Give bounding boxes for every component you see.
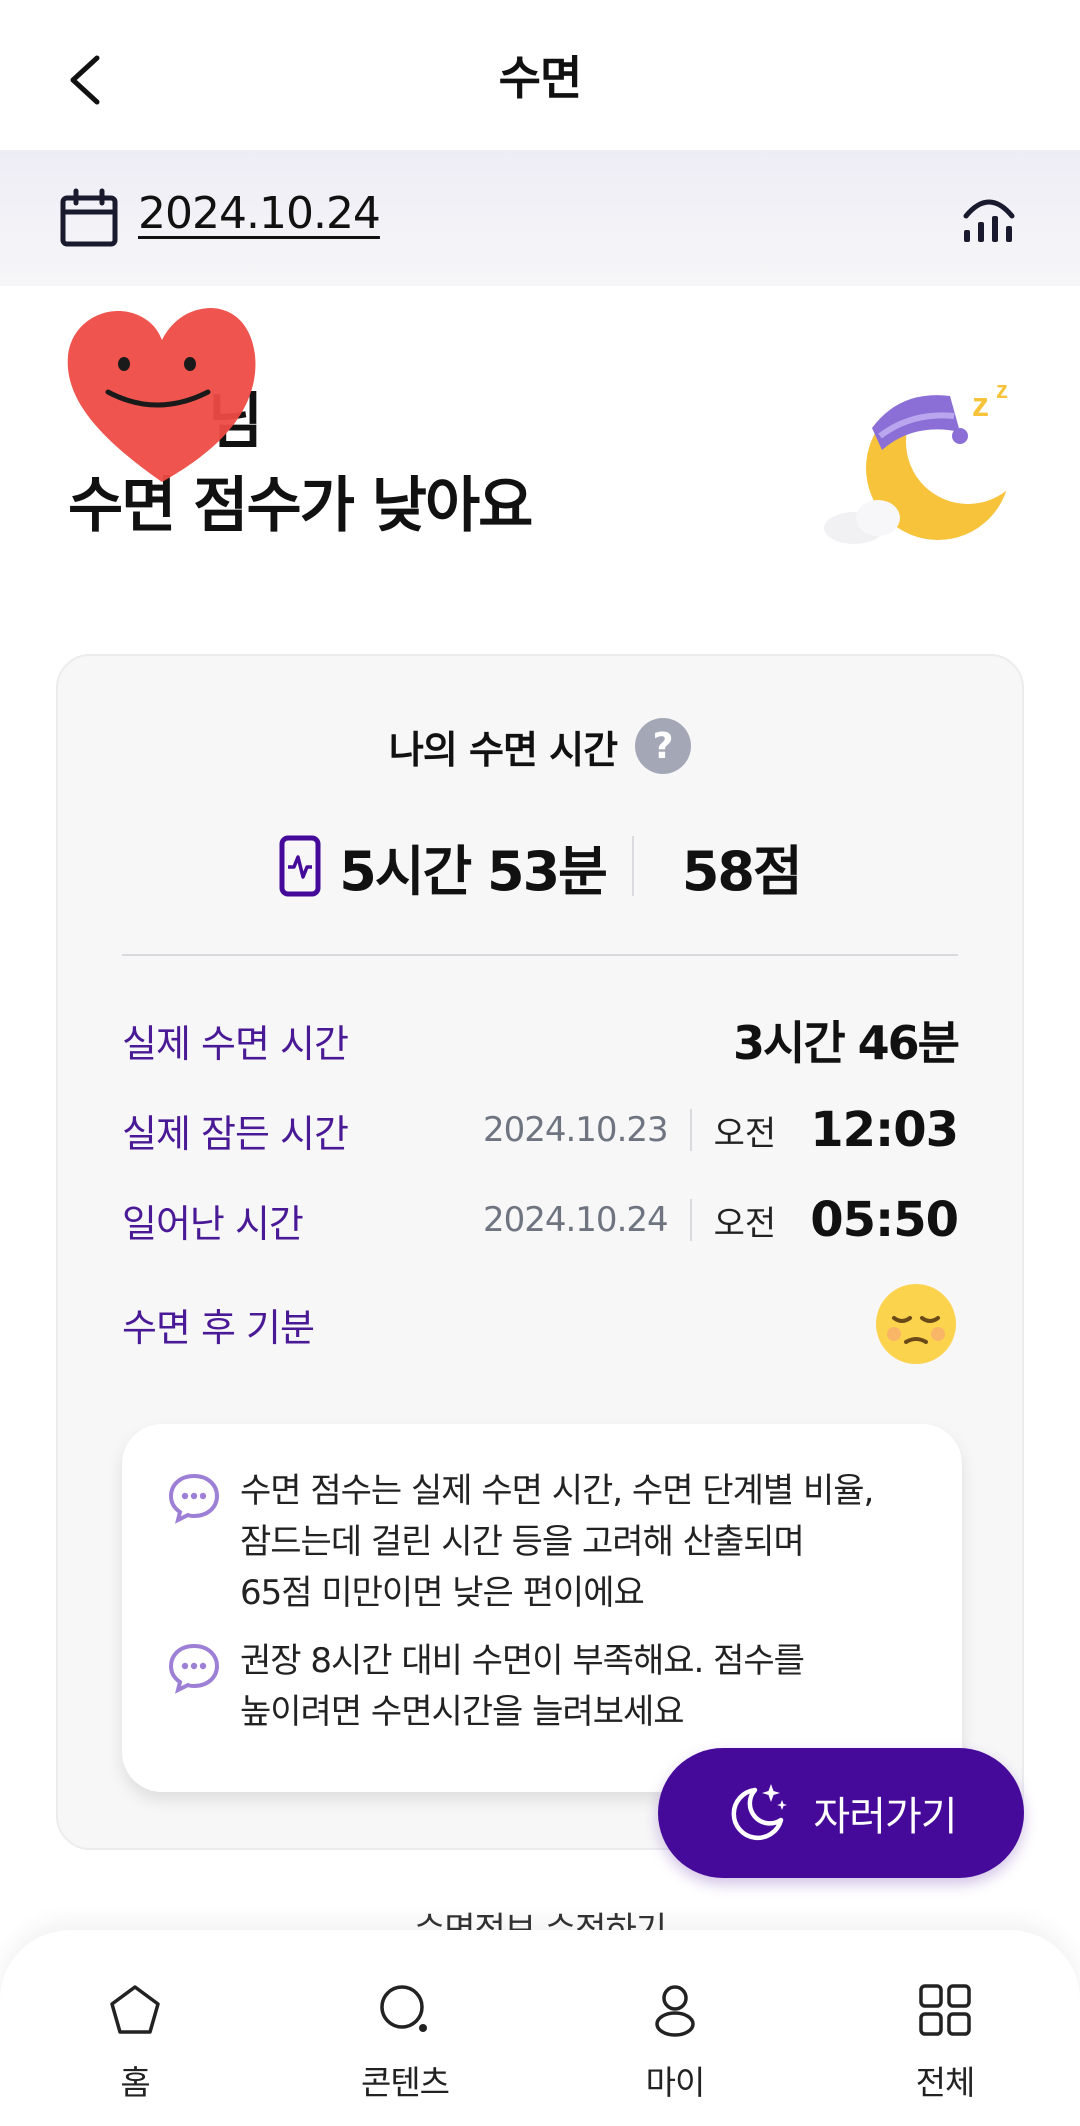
- phone-icon: [279, 835, 321, 897]
- note-line: 수면 점수는 실제 수면 시간, 수면 단계별 비율,: [240, 1471, 874, 1511]
- wake-up-time: 05:50: [810, 1192, 959, 1248]
- detail-label: 수면 후 기분: [122, 1305, 315, 1350]
- page-title: 수면: [498, 51, 583, 105]
- info-note-box: 수면 점수는 실제 수면 시간, 수면 단계별 비율, 잠드는데 걸린 시간 등…: [122, 1424, 962, 1792]
- chat-bubble-icon: [168, 1473, 220, 1524]
- chat-bubble-icon: [168, 1643, 220, 1694]
- person-icon: [655, 1985, 695, 2037]
- actual-sleep-row: 실제 수면 시간 3시간 46분: [122, 1010, 960, 1070]
- nav-item-home[interactable]: 홈: [0, 1930, 270, 2126]
- sleeping-moon-icon: z z: [824, 377, 1030, 544]
- summary-row: 5시간 53분 58점: [58, 826, 1022, 906]
- wake-up-row: 일어난 시간 2024.10.24 오전 05:50: [122, 1190, 959, 1250]
- note-line: 잠드는데 걸린 시간 등을 고려해 산출되며: [240, 1522, 805, 1562]
- nav-item-my[interactable]: 마이: [540, 1930, 810, 2126]
- fell-asleep-row: 실제 잠든 시간 2024.10.23 오전 12:03: [122, 1100, 959, 1160]
- detail-label: 실제 수면 시간: [122, 1021, 349, 1066]
- info-note: 권장 8시간 대비 수면이 부족해요. 점수를 높이려면 수면시간을 늘려보세요: [168, 1636, 928, 1738]
- stats-icon[interactable]: [958, 186, 1020, 248]
- mood-row: 수면 후 기분: [122, 1274, 958, 1374]
- nav-label: 홈: [120, 2063, 150, 2102]
- actual-sleep-value: 3시간 46분: [733, 1016, 960, 1070]
- detail-label: 일어난 시간: [122, 1201, 304, 1246]
- detail-label: 실제 잠든 시간: [122, 1111, 349, 1156]
- nav-label: 마이: [645, 2063, 706, 2102]
- sleepy-face-emoji[interactable]: [874, 1282, 958, 1366]
- svg-text:z: z: [996, 377, 1008, 404]
- sleep-duration: 5시간 53분: [339, 839, 608, 903]
- go-to-sleep-button[interactable]: 자러가기: [658, 1748, 1024, 1878]
- sleep-score: 58점: [681, 839, 803, 903]
- nav-label: 전체: [915, 2063, 976, 2102]
- date-bar: 2024.10.24: [0, 150, 1080, 286]
- row-divider: [689, 1109, 692, 1151]
- nav-item-contents[interactable]: 콘텐츠: [270, 1930, 540, 2126]
- go-to-sleep-label: 자러가기: [813, 1794, 957, 1840]
- heart-sticker-icon: [67, 308, 256, 482]
- search-icon: [380, 1985, 427, 2032]
- moon-stars-icon: [731, 1784, 788, 1841]
- calendar-icon[interactable]: [58, 188, 120, 250]
- card-title: 나의 수면 시간: [388, 727, 618, 772]
- row-divider: [689, 1199, 692, 1241]
- app-header: 수면: [0, 0, 1080, 150]
- card-divider: [122, 954, 958, 956]
- note-line: 높이려면 수면시간을 늘려보세요: [240, 1692, 685, 1732]
- home-icon: [110, 1985, 160, 2034]
- fell-asleep-time: 12:03: [810, 1102, 959, 1158]
- svg-text:z: z: [972, 386, 989, 424]
- summary-divider: [631, 836, 634, 896]
- note-line: 65점 미만이면 낮은 편이에요: [240, 1573, 645, 1613]
- fell-asleep-ampm: 오전: [713, 1113, 777, 1154]
- info-note: 수면 점수는 실제 수면 시간, 수면 단계별 비율, 잠드는데 걸린 시간 등…: [168, 1466, 928, 1619]
- card-title-row: 나의 수면 시간 ?: [58, 718, 1022, 774]
- wake-up-ampm: 오전: [713, 1203, 777, 1244]
- wake-up-date: 2024.10.24: [482, 1200, 669, 1240]
- note-line: 권장 8시간 대비 수면이 부족해요. 점수를: [240, 1641, 805, 1681]
- nav-label: 콘텐츠: [360, 2063, 450, 2102]
- sleep-summary-card: 나의 수면 시간 ? 5시간 53분 58점 실제 수면 시간 3시간 46분 …: [56, 654, 1024, 1850]
- fell-asleep-date: 2024.10.23: [482, 1110, 669, 1150]
- bottom-nav: 홈 콘텐츠 마이 전체: [0, 1930, 1080, 2126]
- selected-date[interactable]: 2024.10.24: [138, 188, 381, 239]
- help-icon[interactable]: ?: [635, 718, 692, 774]
- nav-item-all[interactable]: 전체: [810, 1930, 1080, 2126]
- grid-icon: [919, 1984, 971, 2036]
